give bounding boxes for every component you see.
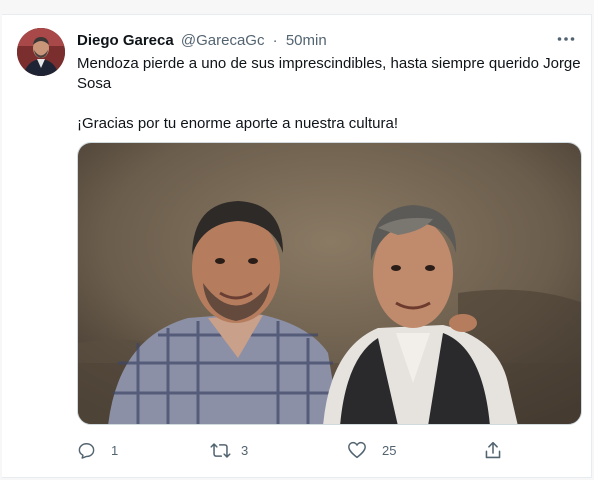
author-handle[interactable]: @GarecaGc (181, 32, 265, 49)
header-separator: · (272, 32, 278, 49)
comment-icon (75, 439, 97, 461)
more-icon (557, 37, 575, 41)
reply-count: 1 (111, 442, 119, 458)
tweet-text: Mendoza pierde a uno de sus imprescindib… (77, 54, 587, 134)
photo-image (78, 143, 581, 424)
like-button[interactable]: 25 (346, 435, 396, 465)
tweet-text-paragraph-1: Mendoza pierde a uno de sus imprescindib… (77, 55, 581, 92)
share-button[interactable] (482, 435, 504, 465)
avatar-image (17, 28, 65, 76)
tweet-timestamp[interactable]: 50min (286, 32, 327, 49)
retweet-count: 3 (241, 442, 249, 458)
tweet-photo[interactable] (77, 142, 582, 425)
like-count: 25 (382, 442, 397, 458)
reply-button[interactable]: 1 (75, 435, 118, 465)
tweet-text-paragraph-2: ¡Gracias por tu enorme aporte a nuestra … (77, 115, 398, 132)
tweet-actions: 1 3 25 (72, 435, 512, 465)
heart-icon (346, 439, 368, 461)
tweet-header: Diego Gareca @GarecaGc · 50min (77, 31, 551, 51)
retweet-button[interactable]: 3 (209, 435, 248, 465)
share-icon (482, 439, 504, 461)
tweet-card[interactable]: Diego Gareca @GarecaGc · 50min Mendoza p… (2, 14, 592, 478)
retweet-icon (209, 439, 231, 461)
avatar[interactable] (17, 28, 65, 76)
author-name[interactable]: Diego Gareca (77, 32, 174, 49)
more-options-button[interactable] (555, 29, 577, 49)
